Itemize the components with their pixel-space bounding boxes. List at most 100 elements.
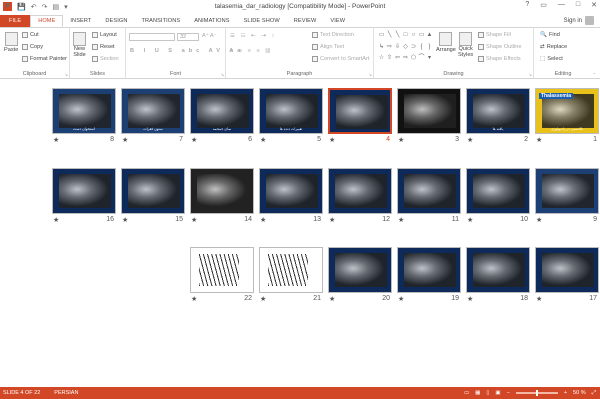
slide-thumbnail[interactable]: یافته ها <box>466 88 530 134</box>
slide-thumbnail-slot[interactable]: ★ 17 <box>535 247 599 305</box>
shape-fill-button[interactable]: Shape Fill <box>478 32 511 38</box>
slide-thumbnail-slot[interactable]: ★ 20 <box>328 247 392 305</box>
slide-thumbnail-slot[interactable]: ★ 10 <box>466 168 530 226</box>
tab-file[interactable]: FILE <box>0 15 31 27</box>
slide-thumbnail[interactable] <box>259 168 323 214</box>
tab-review[interactable]: REVIEW <box>287 15 324 27</box>
slide-thumbnail-slot[interactable]: یافته ها ★ 2 <box>466 88 530 146</box>
slide-thumbnail-slot[interactable]: ★ 15 <box>121 168 185 226</box>
slide-thumbnail[interactable] <box>535 247 599 293</box>
slide-sorter-view-icon[interactable]: ▦ <box>475 387 480 399</box>
slide-thumbnail[interactable] <box>328 168 392 214</box>
slide-thumbnail-slot[interactable]: نمای جمجمه ★ 6 <box>190 88 254 146</box>
transition-star-icon[interactable]: ★ <box>467 136 473 144</box>
slide-thumbnail[interactable]: تغییرات دنده ها <box>259 88 323 134</box>
font-name-field[interactable] <box>129 33 175 41</box>
align-buttons[interactable]: ≡ ≡ ≡ ≡ ▥ <box>230 48 273 54</box>
slide-thumbnail[interactable] <box>190 168 254 214</box>
reset-button[interactable]: Reset <box>92 44 115 50</box>
maximize-icon[interactable]: □ <box>576 1 580 9</box>
slide-thumbnail-slot[interactable]: Thalassemia تالاسمی در رادیولوژی ★ 1 <box>535 88 599 146</box>
slide-thumbnail-slot[interactable]: ★ 4 <box>328 88 392 146</box>
transition-star-icon[interactable]: ★ <box>536 216 542 224</box>
transition-star-icon[interactable]: ★ <box>467 295 473 303</box>
slide-thumbnail-slot[interactable]: ★ 21 <box>259 247 323 305</box>
tab-insert[interactable]: INSERT <box>63 15 98 27</box>
ribbon-display-options-icon[interactable]: ▭ <box>540 1 547 9</box>
slide-thumbnail[interactable] <box>466 247 530 293</box>
slide-thumbnail[interactable]: نمای جمجمه <box>190 88 254 134</box>
transition-star-icon[interactable]: ★ <box>191 295 197 303</box>
collapse-ribbon-icon[interactable]: ⌃ <box>593 72 596 77</box>
transition-star-icon[interactable]: ★ <box>536 136 542 144</box>
transition-star-icon[interactable]: ★ <box>398 295 404 303</box>
section-button[interactable]: Section <box>92 56 119 62</box>
slide-thumbnail[interactable]: ستون فقرات <box>121 88 185 134</box>
slide-thumbnail-slot[interactable]: ★ 18 <box>466 247 530 305</box>
dialog-launcher-icon[interactable]: ↘ <box>529 72 532 77</box>
transition-star-icon[interactable]: ★ <box>260 216 266 224</box>
slide-thumbnail-slot[interactable]: ★ 14 <box>190 168 254 226</box>
transition-star-icon[interactable]: ★ <box>536 295 542 303</box>
align-text-button[interactable]: Align Text <box>312 44 344 50</box>
slide-thumbnail-slot[interactable]: ★ 13 <box>259 168 323 226</box>
transition-star-icon[interactable]: ★ <box>53 216 59 224</box>
dialog-launcher-icon[interactable]: ↘ <box>369 72 372 77</box>
cut-button[interactable]: Cut <box>22 32 39 38</box>
shapes-gallery[interactable]: ▭ ╲ ╲ □ ○ ▭ ▲ ↳ ⇨ ⇩ ◇ ⊃{} ☆ ⇧ ⇦ ⇨ ⬠ ⌒ ▾ <box>378 32 433 66</box>
help-icon[interactable]: ? <box>525 1 529 9</box>
slide-thumbnail[interactable] <box>52 168 116 214</box>
transition-star-icon[interactable]: ★ <box>329 136 335 144</box>
grow-font-icon[interactable]: A⁺ A⁻ <box>202 33 217 39</box>
dialog-launcher-icon[interactable]: ↘ <box>65 72 68 77</box>
tab-home[interactable]: HOME <box>30 15 64 27</box>
transition-star-icon[interactable]: ★ <box>398 216 404 224</box>
transition-star-icon[interactable]: ★ <box>398 136 404 144</box>
slide-thumbnail-slot[interactable]: ★ 12 <box>328 168 392 226</box>
slide-thumbnail[interactable] <box>397 88 461 134</box>
close-icon[interactable]: ✕ <box>591 1 597 9</box>
format-painter-button[interactable]: Format Painter <box>22 56 67 62</box>
slide-thumbnail[interactable] <box>397 168 461 214</box>
slide-thumbnail-slot[interactable]: ★ 19 <box>397 247 461 305</box>
transition-star-icon[interactable]: ★ <box>122 136 128 144</box>
arrange-button[interactable]: Arrange <box>436 32 456 53</box>
transition-star-icon[interactable]: ★ <box>53 136 59 144</box>
slide-thumbnail-slot[interactable]: ★ 16 <box>52 168 116 226</box>
slide-thumbnail[interactable] <box>328 247 392 293</box>
sign-in[interactable]: Sign in <box>564 16 594 25</box>
list-buttons[interactable]: ☰ ☷ ⇤ ⇥ ↕ <box>230 33 276 39</box>
shape-effects-button[interactable]: Shape Effects <box>478 56 521 62</box>
language-indicator[interactable]: PERSIAN <box>54 387 78 399</box>
slide-thumbnail-slot[interactable]: ★ 22 <box>190 247 254 305</box>
paste-button[interactable]: Paste <box>4 32 18 53</box>
tab-design[interactable]: DESIGN <box>98 15 134 27</box>
slide-thumbnail[interactable] <box>328 88 392 134</box>
zoom-level[interactable]: 50 % <box>573 387 586 399</box>
tab-transitions[interactable]: TRANSITIONS <box>134 15 187 27</box>
transition-star-icon[interactable]: ★ <box>122 216 128 224</box>
reading-view-icon[interactable]: ▯ <box>486 387 489 399</box>
slide-thumbnail[interactable] <box>466 168 530 214</box>
slide-thumbnail-slot[interactable]: ستون فقرات ★ 7 <box>121 88 185 146</box>
slide-thumbnail[interactable]: Thalassemia تالاسمی در رادیولوژی <box>535 88 599 134</box>
text-direction-button[interactable]: Text Direction <box>312 32 354 38</box>
convert-smartart-button[interactable]: Convert to SmartArt <box>312 56 369 62</box>
slide-thumbnail[interactable] <box>121 168 185 214</box>
replace-button[interactable]: ⇄ Replace <box>540 44 567 50</box>
copy-button[interactable]: Copy <box>22 44 43 50</box>
layout-button[interactable]: Layout <box>92 32 117 38</box>
select-button[interactable]: ⬚ Select <box>540 56 563 62</box>
transition-star-icon[interactable]: ★ <box>260 295 266 303</box>
zoom-out-icon[interactable]: − <box>507 387 510 399</box>
tab-view[interactable]: VIEW <box>323 15 352 27</box>
slide-thumbnail-slot[interactable]: ★ 3 <box>397 88 461 146</box>
transition-star-icon[interactable]: ★ <box>329 295 335 303</box>
normal-view-icon[interactable]: ▭ <box>464 387 469 399</box>
zoom-in-icon[interactable]: + <box>564 387 567 399</box>
transition-star-icon[interactable]: ★ <box>191 216 197 224</box>
slide-thumbnail[interactable]: استخوان دست <box>52 88 116 134</box>
find-button[interactable]: 🔍 Find <box>540 32 560 38</box>
new-slide-button[interactable]: New Slide <box>73 32 86 58</box>
slide-thumbnail-slot[interactable]: استخوان دست ★ 8 <box>52 88 116 146</box>
